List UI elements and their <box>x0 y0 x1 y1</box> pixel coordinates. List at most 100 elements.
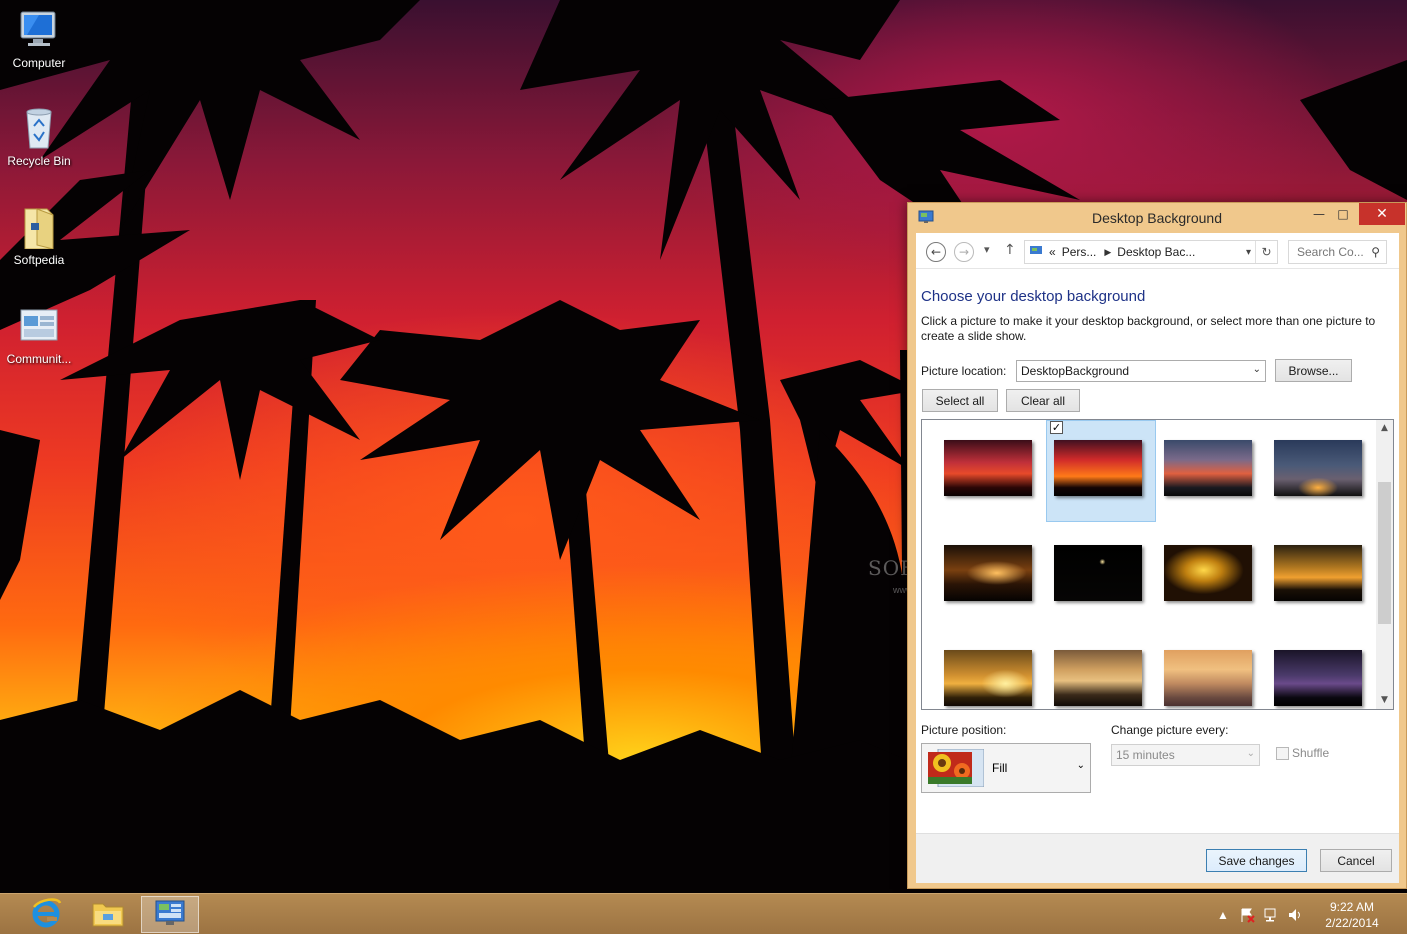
picture-location-value: DesktopBackground <box>1021 364 1130 378</box>
shuffle-checkbox[interactable] <box>1276 747 1289 760</box>
clock-time: 9:22 AM <box>1329 899 1375 914</box>
breadcrumb-overflow[interactable]: « <box>1049 245 1056 259</box>
change-every-label: Change picture every: <box>1111 723 1229 737</box>
cancel-button[interactable]: Cancel <box>1320 849 1392 872</box>
breadcrumb-separator-icon[interactable]: ▶ <box>1104 247 1111 258</box>
thumbnail-image <box>1054 545 1142 601</box>
up-button[interactable]: ↑ <box>1004 242 1016 258</box>
search-icon[interactable]: ⚲ <box>1371 245 1380 259</box>
search-input[interactable]: Search Co... ⚲ <box>1288 240 1387 264</box>
wallpaper-thumbnail[interactable] <box>1266 525 1376 627</box>
shuffle-label: Shuffle <box>1292 746 1330 760</box>
fill-preview-icon <box>928 748 985 788</box>
network-icon[interactable] <box>1261 905 1281 925</box>
desktop-icon-community[interactable]: Communit... <box>0 304 78 366</box>
shortcut-icon <box>17 304 61 348</box>
wallpaper-thumbnail[interactable] <box>1046 630 1156 709</box>
clock-date: 2/22/2014 <box>1325 915 1379 930</box>
wallpaper-thumbnail[interactable] <box>936 630 1046 709</box>
thumbnail-image <box>1164 545 1252 601</box>
wallpaper-thumbnail[interactable] <box>1266 420 1376 522</box>
close-button[interactable]: ✕ <box>1359 203 1405 225</box>
change-every-value: 15 minutes <box>1116 748 1175 762</box>
maximize-button[interactable]: □ <box>1329 203 1357 225</box>
browse-button[interactable]: Browse... <box>1275 359 1352 382</box>
page-description: Click a picture to make it your desktop … <box>921 314 1376 343</box>
scrollbar-thumb[interactable] <box>1378 482 1391 624</box>
chevron-down-icon: ⌄ <box>1246 748 1255 759</box>
clear-all-button[interactable]: Clear all <box>1006 389 1080 412</box>
action-center-flag-icon[interactable] <box>1237 905 1257 925</box>
desktop-icon-label: Communit... <box>6 352 72 366</box>
thumbnail-image <box>944 440 1032 496</box>
taskbar: ▲ 9:22 AM 2/22/2014 <box>0 893 1407 934</box>
desktop-icon-softpedia[interactable]: Softpedia <box>0 205 78 267</box>
thumbnail-image <box>1164 650 1252 706</box>
chevron-down-icon: ⌄ <box>1252 364 1261 375</box>
system-tray: ▲ 9:22 AM 2/22/2014 <box>1211 894 1407 934</box>
title-bar[interactable]: Desktop Background — □ ✕ <box>908 203 1406 233</box>
wallpaper-thumbnail[interactable] <box>1266 630 1376 709</box>
refresh-button[interactable]: ↻ <box>1255 241 1277 263</box>
search-placeholder: Search Co... <box>1297 245 1364 259</box>
thumbnail-image <box>1274 650 1362 706</box>
clock[interactable]: 9:22 AM 2/22/2014 <box>1321 899 1383 931</box>
thumbnail-image <box>944 545 1032 601</box>
breadcrumb-personalization[interactable]: Pers... <box>1062 245 1097 259</box>
recent-locations-button[interactable]: ▾ <box>984 243 990 256</box>
desktop-icon-label: Recycle Bin <box>7 154 71 168</box>
wallpaper-thumbnail[interactable] <box>1156 525 1266 627</box>
thumbnail-image <box>1274 440 1362 496</box>
change-every-select[interactable]: 15 minutes ⌄ <box>1111 744 1260 766</box>
taskbar-control-panel[interactable] <box>141 896 199 933</box>
chevron-down-icon: ⌄ <box>1076 760 1085 771</box>
picture-position-label: Picture position: <box>921 723 1007 737</box>
desktop-icon-label: Softpedia <box>13 253 65 267</box>
picture-location-label: Picture location: <box>921 364 1007 378</box>
show-hidden-icons-button[interactable]: ▲ <box>1213 905 1233 925</box>
thumbnail-image <box>1274 545 1362 601</box>
wallpaper-thumbnail[interactable] <box>1156 420 1266 522</box>
wallpaper-thumbnail[interactable] <box>1156 630 1266 709</box>
wallpaper-thumbnail[interactable] <box>936 525 1046 627</box>
thumbnail-image <box>1164 440 1252 496</box>
file-explorer-icon <box>91 898 125 931</box>
volume-icon[interactable] <box>1285 905 1305 925</box>
desktop-icon-label: Computer <box>12 56 66 70</box>
wallpaper-thumbnail-selected[interactable]: ✓ <box>1046 420 1156 522</box>
picture-location-select[interactable]: DesktopBackground ⌄ <box>1016 360 1266 382</box>
control-panel-small-icon <box>1029 245 1043 260</box>
gallery-scrollbar[interactable]: ▲ ▼ <box>1376 420 1393 709</box>
internet-explorer-icon <box>30 897 62 932</box>
checkbox-checked-icon[interactable]: ✓ <box>1050 421 1063 434</box>
taskbar-file-explorer[interactable] <box>79 896 137 933</box>
thumbnail-image <box>1054 440 1142 496</box>
wallpaper-thumbnail[interactable] <box>936 420 1046 522</box>
desktop-background-window: Desktop Background — □ ✕ ← → ▾ ↑ « Pers.… <box>907 202 1407 889</box>
folder-icon <box>17 205 61 250</box>
computer-icon <box>17 8 61 52</box>
address-dropdown-icon[interactable]: ▾ <box>1246 247 1251 258</box>
back-button[interactable]: ← <box>926 242 946 262</box>
wallpaper-gallery[interactable]: ✓ ▲ ▼ <box>921 419 1394 710</box>
scroll-up-icon[interactable]: ▲ <box>1376 420 1393 437</box>
forward-button[interactable]: → <box>954 242 974 262</box>
dialog-footer: Save changes Cancel <box>916 833 1399 883</box>
scroll-down-icon[interactable]: ▼ <box>1376 692 1393 709</box>
breadcrumb-desktop-background[interactable]: Desktop Bac... <box>1117 245 1195 259</box>
thumbnail-image <box>944 650 1032 706</box>
taskbar-internet-explorer[interactable] <box>17 896 75 933</box>
desktop-icon-recycle-bin[interactable]: Recycle Bin <box>0 106 78 168</box>
save-changes-button[interactable]: Save changes <box>1206 849 1307 872</box>
picture-position-value: Fill <box>992 761 1008 775</box>
select-all-button[interactable]: Select all <box>922 389 998 412</box>
recycle-bin-icon <box>17 106 61 150</box>
page-title: Choose your desktop background <box>921 288 1146 305</box>
wallpaper-thumbnail[interactable] <box>1046 525 1156 627</box>
address-bar[interactable]: « Pers... ▶ Desktop Bac... ▾ ↻ <box>1024 240 1278 264</box>
window-client-area: ← → ▾ ↑ « Pers... ▶ Desktop Bac... ▾ ↻ S… <box>916 233 1399 883</box>
desktop-icon-computer[interactable]: Computer <box>0 8 78 70</box>
control-panel-icon <box>155 900 185 929</box>
thumbnail-image <box>1054 650 1142 706</box>
picture-position-select[interactable]: Fill ⌄ <box>921 743 1091 793</box>
